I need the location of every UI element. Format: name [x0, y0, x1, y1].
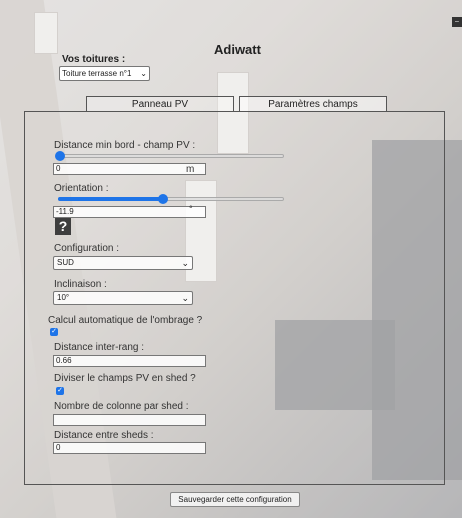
- colonnes-label: Nombre de colonne par shed :: [54, 401, 189, 412]
- orientation-value: -11.9: [56, 207, 74, 216]
- orientation-label: Orientation :: [54, 183, 109, 194]
- configuration-select[interactable]: SUD ⌄: [53, 256, 193, 270]
- inclinaison-select[interactable]: 10° ⌄: [53, 291, 193, 305]
- entre-sheds-label: Distance entre sheds :: [54, 430, 154, 441]
- orientation-unit: °: [189, 204, 193, 214]
- configuration-label: Configuration :: [54, 243, 120, 254]
- distance-min-value: 0: [56, 164, 61, 173]
- auto-shading-checkbox[interactable]: ✓: [50, 328, 58, 336]
- distance-min-slider-thumb[interactable]: [55, 151, 65, 161]
- inclinaison-value: 10°: [57, 293, 70, 302]
- tab-parametres-champs[interactable]: Paramètres champs: [239, 96, 387, 112]
- entre-sheds-input[interactable]: 0: [53, 442, 206, 454]
- roof-select-value: Toiture terrasse n°1: [62, 69, 132, 78]
- shed-label: Diviser le champs PV en shed ?: [54, 373, 196, 384]
- inter-rang-value: 0.66: [56, 356, 72, 365]
- orientation-slider-thumb[interactable]: [158, 194, 168, 204]
- distance-min-input[interactable]: 0: [53, 163, 206, 175]
- chevron-down-icon: ⌄: [181, 293, 189, 303]
- chevron-down-icon: ⌄: [140, 69, 147, 78]
- entre-sheds-value: 0: [56, 443, 61, 452]
- page-title: Adiwatt: [214, 42, 261, 57]
- minimize-icon[interactable]: –: [452, 17, 462, 27]
- orientation-slider-fill: [58, 197, 162, 201]
- configuration-value: SUD: [57, 258, 74, 267]
- distance-min-unit: m: [186, 164, 195, 175]
- inter-rang-label: Distance inter-rang :: [54, 342, 145, 353]
- roof-label: Vos toitures :: [62, 54, 126, 65]
- distance-min-label: Distance min bord - champ PV :: [54, 140, 196, 151]
- shed-checkbox[interactable]: ✓: [56, 387, 64, 395]
- roof-select[interactable]: Toiture terrasse n°1 ⌄: [59, 66, 150, 81]
- save-configuration-button[interactable]: Sauvegarder cette configuration: [170, 492, 300, 507]
- auto-shading-label: Calcul automatique de l'ombrage ?: [48, 315, 203, 326]
- colonnes-input[interactable]: [53, 414, 206, 426]
- chevron-down-icon: ⌄: [181, 258, 189, 268]
- tab-panneau-pv[interactable]: Panneau PV: [86, 96, 234, 112]
- help-icon[interactable]: ?: [55, 218, 71, 235]
- inter-rang-input[interactable]: 0.66: [53, 355, 206, 367]
- inclinaison-label: Inclinaison :: [54, 279, 107, 290]
- orientation-input[interactable]: -11.9: [53, 206, 206, 218]
- distance-min-slider[interactable]: [58, 154, 284, 158]
